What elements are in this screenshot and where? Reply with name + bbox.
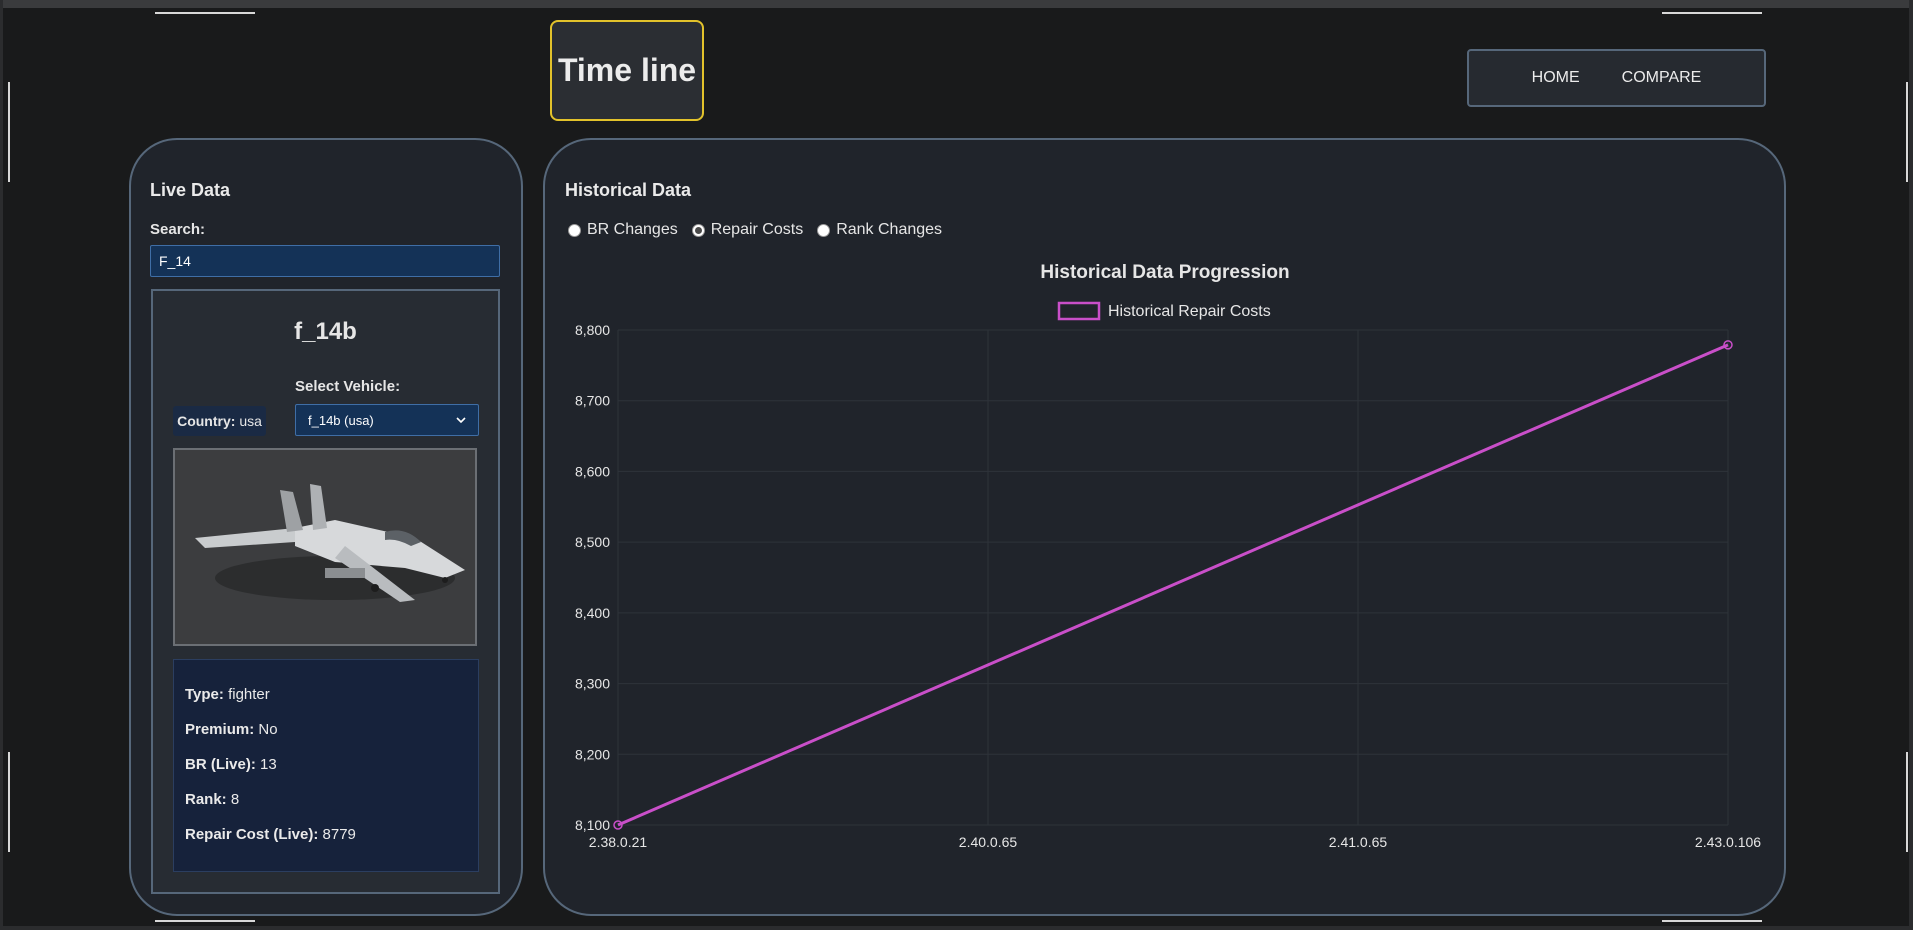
y-tick-label: 8,400 [575, 605, 610, 621]
page-title: Time line [550, 20, 704, 121]
stat-rank: Rank: 8 [185, 791, 239, 808]
stat-label: Premium: [185, 721, 255, 738]
vehicle-select[interactable]: f_14b (usa) [295, 404, 479, 436]
x-tick-label: 2.41.0.65 [1329, 834, 1388, 850]
corner-accent [1662, 920, 1762, 922]
y-tick-label: 8,800 [575, 322, 610, 338]
radio-button-checked[interactable] [691, 223, 705, 237]
x-tick-label: 2.40.0.65 [959, 834, 1018, 850]
y-tick-label: 8,100 [575, 817, 610, 833]
corner-accent [1662, 12, 1762, 14]
y-tick-label: 8,600 [575, 463, 610, 479]
stat-value: No [258, 721, 278, 738]
stat-value: fighter [228, 686, 270, 703]
corner-accent [155, 920, 255, 922]
radio-label: Rank Changes [836, 221, 943, 238]
y-tick-label: 8,300 [575, 676, 610, 692]
window-left-border [0, 0, 3, 930]
live-data-title: Live Data [150, 180, 231, 200]
corner-accent [155, 12, 255, 14]
y-tick-label: 8,200 [575, 746, 610, 762]
x-tick-label: 2.38.0.21 [589, 834, 648, 850]
series-line [617, 343, 1729, 827]
chevron-down-icon [456, 417, 466, 424]
stat-value: 13 [260, 756, 277, 773]
country-value: usa [239, 413, 262, 429]
stat-br-live: BR (Live): 13 [185, 756, 277, 773]
x-axis-ticks: 2.38.0.21 2.40.0.65 2.41.0.65 2.43.0.106 [589, 834, 1761, 850]
nav-compare-link[interactable]: COMPARE [1622, 69, 1702, 87]
stat-value: 8 [230, 791, 240, 808]
stat-value: 8779 [322, 826, 356, 843]
jet-aircraft-image [175, 450, 475, 644]
corner-accent [8, 82, 10, 182]
select-vehicle-label: Select Vehicle: [295, 378, 401, 395]
stat-type: Type: fighter [185, 686, 270, 703]
chart-grid [617, 329, 1729, 826]
vehicle-name: f_14b [294, 318, 357, 345]
stat-label: Repair Cost (Live): [185, 826, 319, 843]
y-axis-ticks: 8,100 8,200 8,300 8,400 8,500 8,600 8,700 8,800 [575, 322, 610, 833]
stat-label: BR (Live): [185, 756, 256, 773]
top-nav: HOME COMPARE [1467, 49, 1766, 107]
vehicle-image [173, 448, 477, 646]
stat-label: Rank: [185, 791, 227, 808]
country-badge: Country: usa [173, 406, 266, 436]
chart-title: Historical Data Progression [1040, 262, 1289, 283]
window-bottom-border [0, 926, 1913, 930]
legend-swatch [1057, 301, 1101, 321]
vehicle-select-value: f_14b (usa) [308, 412, 374, 428]
radio-label: Repair Costs [710, 221, 804, 238]
radio-button[interactable] [817, 223, 831, 237]
nav-home-link[interactable]: HOME [1532, 69, 1580, 87]
y-tick-label: 8,700 [575, 393, 610, 409]
radio-label: BR Changes [587, 221, 678, 238]
corner-accent [1906, 752, 1908, 852]
historical-chart: Historical Data Progression Historical R… [575, 262, 1761, 850]
chart-series [613, 340, 1733, 830]
window-right-border [1909, 0, 1913, 930]
stat-label: Type: [185, 686, 224, 703]
y-tick-label: 8,500 [575, 534, 610, 550]
search-label: Search: [150, 221, 206, 238]
search-input[interactable] [150, 245, 500, 277]
historical-data-title: Historical Data [565, 180, 692, 200]
window-top-border [0, 0, 1913, 8]
stat-repair-cost: Repair Cost (Live): 8779 [185, 826, 356, 843]
corner-accent [8, 752, 10, 852]
radio-rank-changes[interactable]: Rank Changes [817, 221, 942, 239]
radio-button[interactable] [568, 223, 581, 237]
radio-repair-costs[interactable]: Repair Costs [691, 221, 804, 239]
corner-accent [1906, 82, 1908, 182]
radio-br-changes[interactable]: BR Changes [568, 221, 678, 239]
stat-premium: Premium: No [185, 721, 278, 738]
chart-mode-radio-group: BR Changes Repair Costs Rank Changes [568, 221, 956, 239]
country-label: Country: [177, 413, 236, 429]
x-tick-label: 2.43.0.106 [1695, 834, 1761, 850]
legend-label: Historical Repair Costs [1108, 303, 1271, 320]
